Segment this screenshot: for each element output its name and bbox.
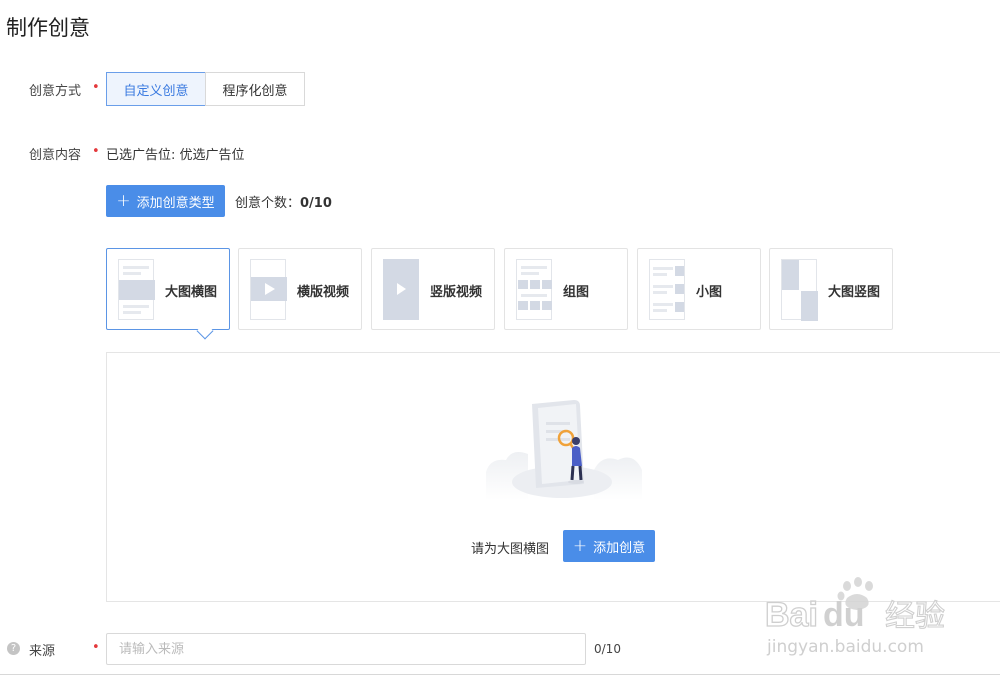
type-card-label: 大图竖图 <box>828 285 881 300</box>
large-portrait-thumb-icon <box>781 259 818 321</box>
plus-icon: + <box>572 535 588 556</box>
type-card-large-landscape[interactable]: 大图横图 <box>106 248 230 330</box>
landscape-video-thumb-icon <box>250 259 287 320</box>
tab-custom-creative[interactable]: 自定义创意 <box>106 72 206 106</box>
small-image-thumb-icon <box>649 259 685 320</box>
baidu-jingyan-watermark-logo: Bai du 经验 jingyan.baidu.com <box>765 577 946 657</box>
type-card-landscape-video[interactable]: 横版视频 <box>238 248 362 330</box>
add-creative-label: 添加创意 <box>593 540 646 556</box>
divider <box>0 674 1000 675</box>
required-marker: • <box>92 144 100 159</box>
type-card-label: 组图 <box>563 285 590 300</box>
type-card-portrait-video[interactable]: 竖版视频 <box>371 248 495 330</box>
source-input[interactable] <box>106 633 586 665</box>
source-char-count: 0/10 <box>594 642 621 656</box>
plus-icon: + <box>116 190 131 211</box>
creative-count-value: 0/10 <box>300 196 332 211</box>
page-title: 制作创意 <box>6 16 90 40</box>
type-card-label: 竖版视频 <box>430 285 483 300</box>
type-card-small-image[interactable]: 小图 <box>637 248 761 330</box>
add-creative-button[interactable]: + 添加创意 <box>563 530 655 562</box>
svg-text:jingyan.baidu.com: jingyan.baidu.com <box>766 637 924 657</box>
type-card-large-portrait[interactable]: 大图竖图 <box>769 248 893 330</box>
required-marker: • <box>92 640 100 655</box>
type-card-label: 大图横图 <box>165 285 218 300</box>
add-creative-type-label: 添加创意类型 <box>136 195 215 211</box>
source-label: 来源 <box>29 644 56 659</box>
add-creative-type-button[interactable]: + 添加创意类型 <box>106 185 225 217</box>
required-marker: • <box>92 80 100 95</box>
creative-count-label: 创意个数： <box>235 196 301 211</box>
creative-count: 创意个数：0/10 <box>235 192 332 211</box>
svg-text:Bai: Bai <box>765 596 818 634</box>
question-circle-icon[interactable]: ? <box>7 642 20 655</box>
selected-slots-text: 已选广告位: 优选广告位 <box>106 148 245 163</box>
content-label: 创意内容 <box>29 148 82 163</box>
group-images-thumb-icon <box>516 259 552 320</box>
empty-hint-text: 请为大图横图 <box>471 542 550 557</box>
portrait-video-thumb-icon <box>383 259 419 320</box>
method-label: 创意方式 <box>29 84 82 99</box>
type-card-label: 小图 <box>696 285 723 300</box>
type-card-group-images[interactable]: 组图 <box>504 248 628 330</box>
large-landscape-thumb-icon <box>118 259 155 320</box>
svg-text:经验: 经验 <box>885 599 945 634</box>
type-card-label: 横版视频 <box>297 285 350 300</box>
svg-text:du: du <box>823 596 865 634</box>
tab-programmatic-creative[interactable]: 程序化创意 <box>205 72 305 106</box>
person-with-magnifier-illustration-icon <box>486 400 642 500</box>
